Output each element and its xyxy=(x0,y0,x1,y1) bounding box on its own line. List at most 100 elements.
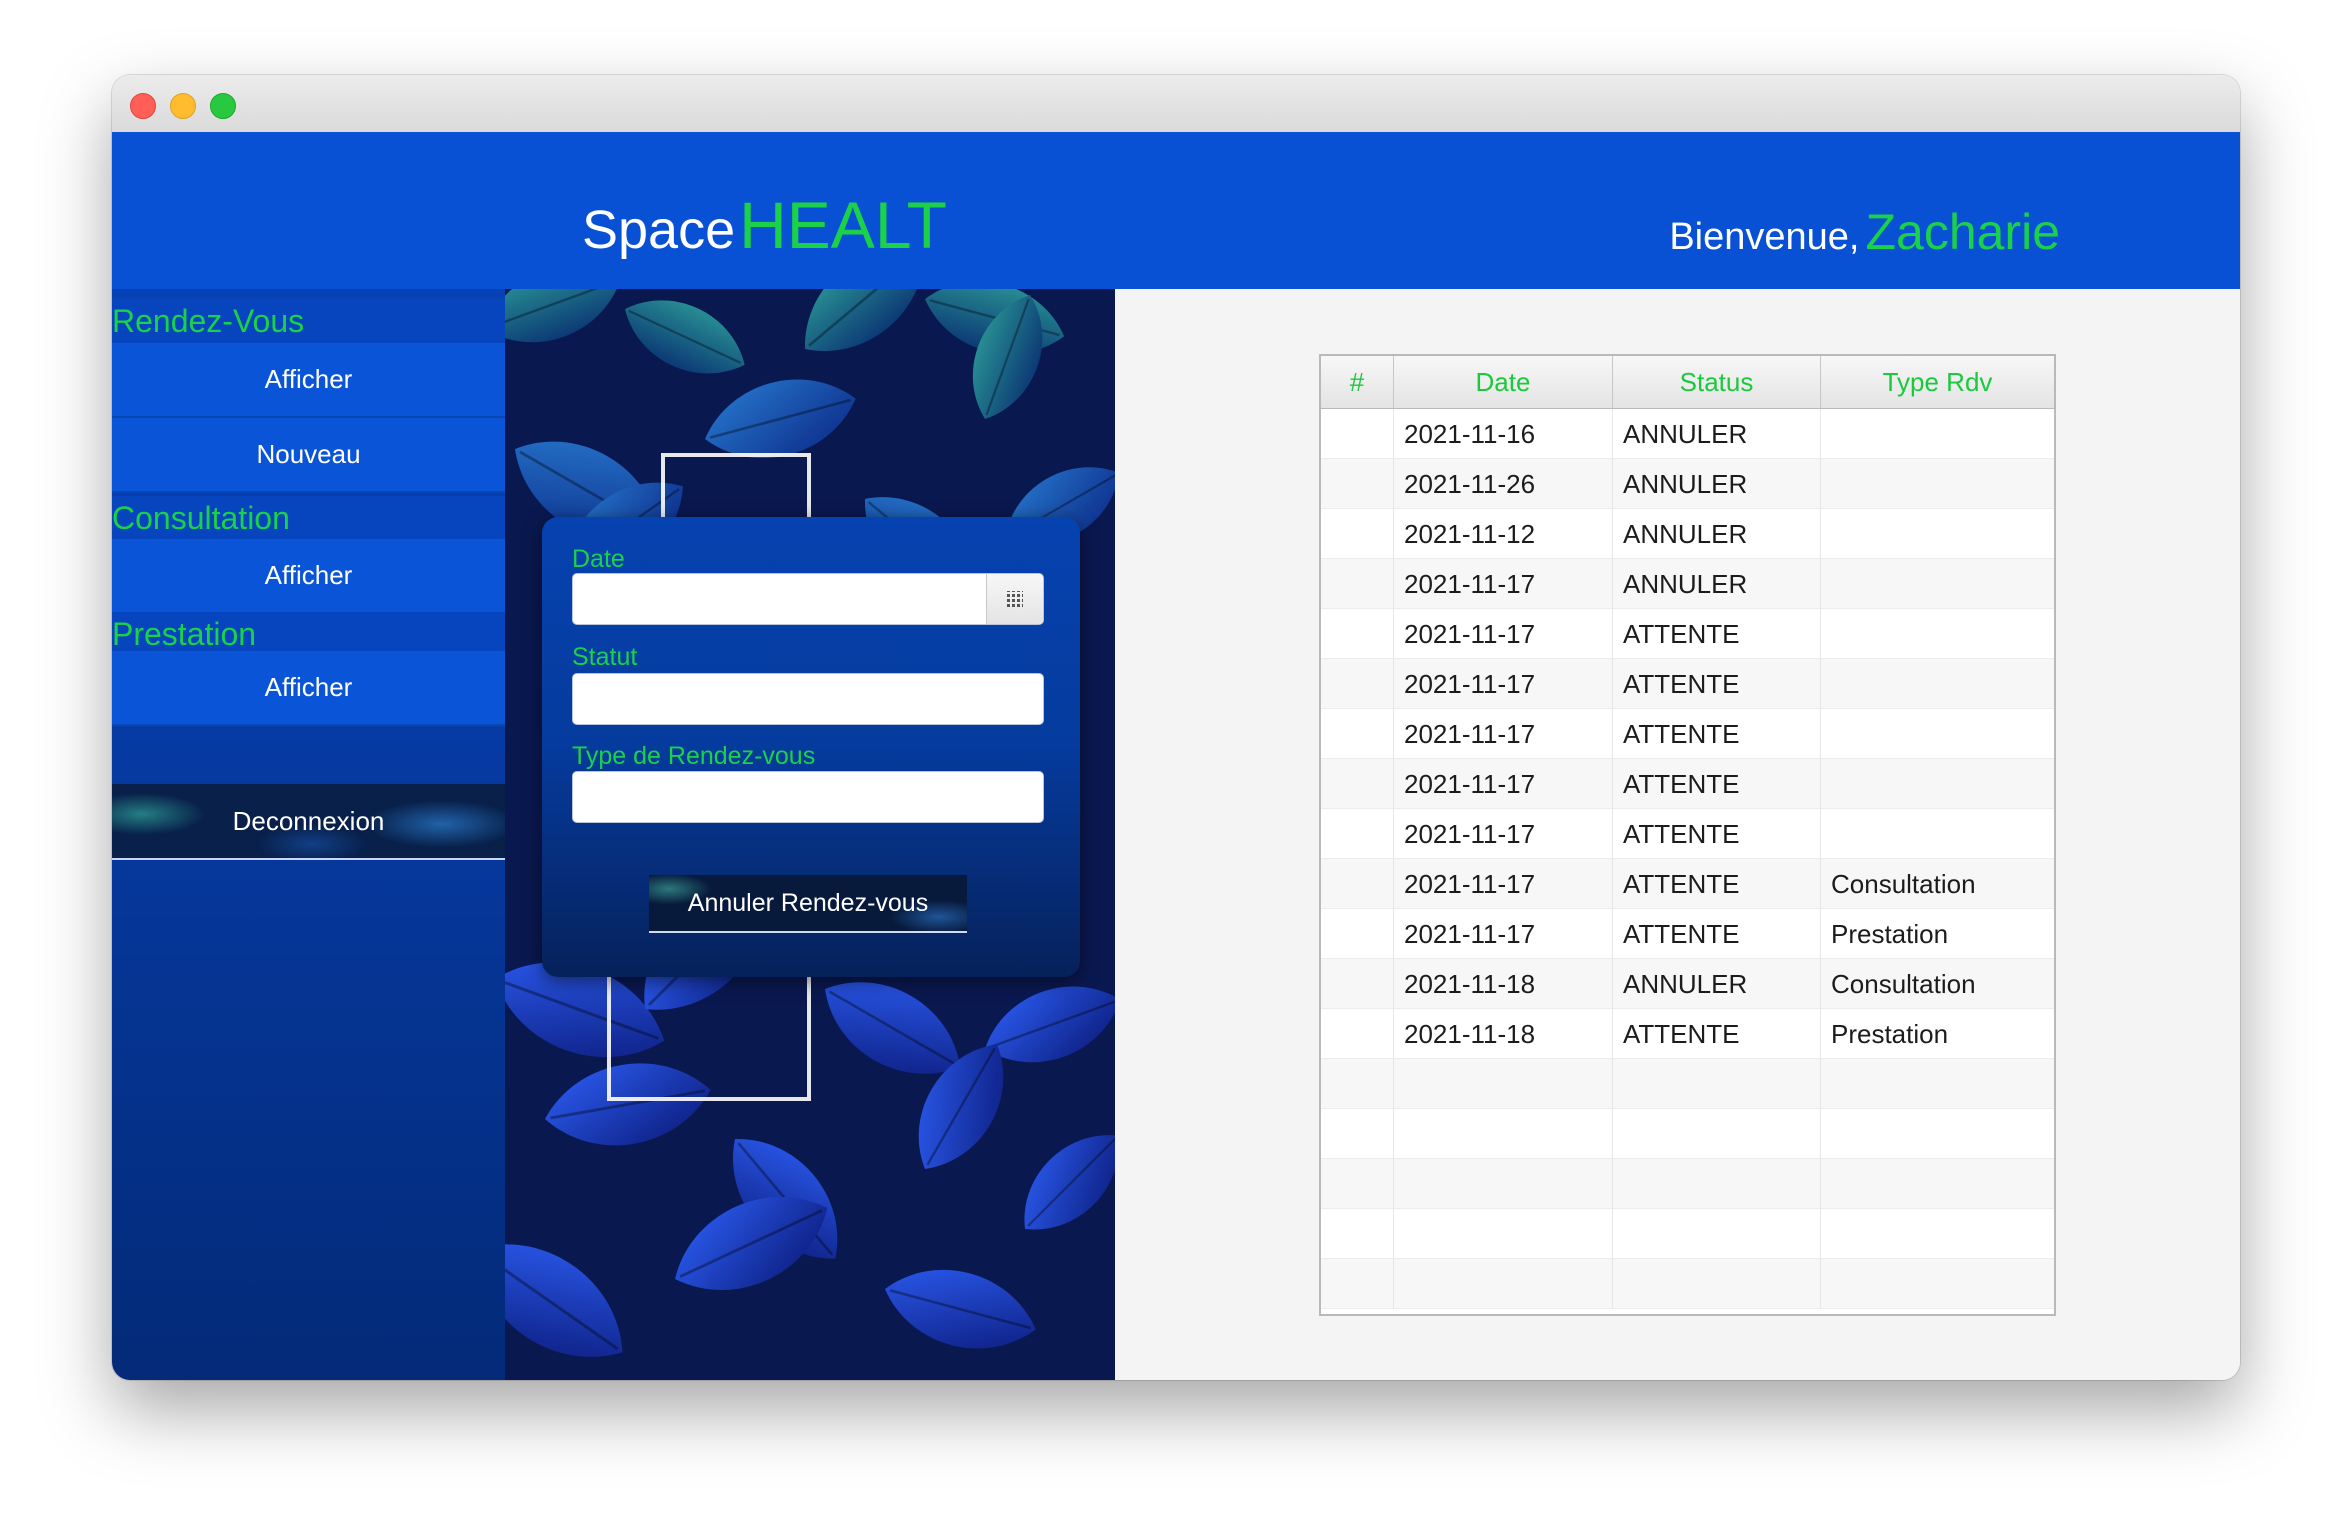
cancel-appointment-button[interactable]: Annuler Rendez-vous xyxy=(649,875,967,933)
cell-type xyxy=(1821,1159,2054,1209)
cell-status xyxy=(1613,1109,1821,1159)
cell-type xyxy=(1821,1059,2054,1109)
cell-type xyxy=(1821,1209,2054,1259)
cell-number xyxy=(1321,1209,1394,1259)
app-header: SpaceHEALT Bienvenue, Zacharie xyxy=(112,132,2240,289)
table-row[interactable]: 2021-11-17 ATTENTE xyxy=(1321,609,2054,659)
status-label: Statut xyxy=(572,643,638,671)
main-content: # Date Status Type Rdv 2021-11-16 ANNULER… xyxy=(1115,289,2240,1380)
cell-type xyxy=(1821,609,2054,659)
cell-date: 2021-11-17 xyxy=(1394,609,1613,659)
type-field[interactable] xyxy=(572,771,1044,823)
brand-second: HEALT xyxy=(739,188,947,262)
cell-status xyxy=(1613,1059,1821,1109)
cell-date xyxy=(1394,1059,1613,1109)
cell-status: ANNULER xyxy=(1613,509,1821,559)
cell-type xyxy=(1821,459,2054,509)
brand-first: Space xyxy=(582,200,736,260)
table-row[interactable]: 2021-11-17 ATTENTE xyxy=(1321,659,2054,709)
cell-date: 2021-11-17 xyxy=(1394,659,1613,709)
consultation-afficher-button[interactable]: Afficher xyxy=(112,539,505,614)
cell-status: ANNULER xyxy=(1613,959,1821,1009)
leaf-background-panel: Date Statut Type de Rendez-vous Annuler … xyxy=(505,289,1115,1380)
cell-status: ATTENTE xyxy=(1613,859,1821,909)
cell-date: 2021-11-17 xyxy=(1394,559,1613,609)
table-row[interactable] xyxy=(1321,1159,2054,1209)
prestation-afficher-button[interactable]: Afficher xyxy=(112,651,505,726)
table-row[interactable]: 2021-11-16 ANNULER xyxy=(1321,409,2054,459)
cell-status: ATTENTE xyxy=(1613,609,1821,659)
column-header-number[interactable]: # xyxy=(1321,356,1394,408)
cell-type xyxy=(1821,659,2054,709)
cell-date xyxy=(1394,1109,1613,1159)
table-row[interactable]: 2021-11-17 ATTENTE Prestation xyxy=(1321,909,2054,959)
cell-date: 2021-11-26 xyxy=(1394,459,1613,509)
logout-button[interactable]: Deconnexion xyxy=(112,784,505,860)
column-header-status[interactable]: Status xyxy=(1613,356,1821,408)
cell-type xyxy=(1821,709,2054,759)
cell-status: ATTENTE xyxy=(1613,909,1821,959)
table-row[interactable]: 2021-11-17 ANNULER xyxy=(1321,559,2054,609)
table-row[interactable] xyxy=(1321,1109,2054,1159)
cell-number xyxy=(1321,709,1394,759)
minimize-window-button[interactable] xyxy=(170,93,196,119)
cell-number xyxy=(1321,1159,1394,1209)
cell-number xyxy=(1321,509,1394,559)
table-body: 2021-11-16 ANNULER 2021-11-26 ANNULER 2021… xyxy=(1321,409,2054,1309)
table-row[interactable] xyxy=(1321,1059,2054,1109)
table-row[interactable]: 2021-11-18 ANNULER Consultation xyxy=(1321,959,2054,1009)
close-window-button[interactable] xyxy=(130,93,156,119)
title-bar xyxy=(112,75,2240,133)
app-window: SpaceHEALT Bienvenue, Zacharie Rendez-Vou… xyxy=(112,75,2240,1380)
cell-date xyxy=(1394,1159,1613,1209)
cell-type xyxy=(1821,809,2054,859)
table-row[interactable]: 2021-11-17 ATTENTE xyxy=(1321,709,2054,759)
cell-number xyxy=(1321,759,1394,809)
cell-number xyxy=(1321,559,1394,609)
cell-number xyxy=(1321,609,1394,659)
cell-status xyxy=(1613,1159,1821,1209)
appointments-table[interactable]: # Date Status Type Rdv 2021-11-16 ANNULER… xyxy=(1319,354,2056,1316)
column-header-type[interactable]: Type Rdv xyxy=(1821,356,2054,408)
cell-status xyxy=(1613,1209,1821,1259)
table-row[interactable]: 2021-11-17 ATTENTE Consultation xyxy=(1321,859,2054,909)
cell-number xyxy=(1321,1259,1394,1309)
welcome-label: Bienvenue, xyxy=(1669,216,1860,258)
cell-number xyxy=(1321,659,1394,709)
zoom-window-button[interactable] xyxy=(210,93,236,119)
table-row[interactable]: 2021-11-17 ATTENTE xyxy=(1321,759,2054,809)
section-title-consultation: Consultation xyxy=(112,496,505,540)
cell-number xyxy=(1321,409,1394,459)
cell-type xyxy=(1821,1109,2054,1159)
cell-number xyxy=(1321,959,1394,1009)
cell-date: 2021-11-12 xyxy=(1394,509,1613,559)
cell-number xyxy=(1321,859,1394,909)
table-row[interactable]: 2021-11-12 ANNULER xyxy=(1321,509,2054,559)
cell-status: ANNULER xyxy=(1613,409,1821,459)
date-field[interactable] xyxy=(572,573,1044,625)
rdv-nouveau-button[interactable]: Nouveau xyxy=(112,418,505,493)
cell-date: 2021-11-16 xyxy=(1394,409,1613,459)
table-header: # Date Status Type Rdv xyxy=(1321,356,2054,409)
rdv-afficher-button[interactable]: Afficher xyxy=(112,343,505,418)
table-row[interactable]: 2021-11-18 ATTENTE Prestation xyxy=(1321,1009,2054,1059)
cell-type xyxy=(1821,559,2054,609)
column-header-date[interactable]: Date xyxy=(1394,356,1613,408)
date-label: Date xyxy=(572,545,625,573)
cell-number xyxy=(1321,809,1394,859)
cell-type: Consultation xyxy=(1821,959,2054,1009)
cell-type xyxy=(1821,509,2054,559)
cell-number xyxy=(1321,459,1394,509)
cell-date: 2021-11-17 xyxy=(1394,909,1613,959)
cell-date: 2021-11-17 xyxy=(1394,809,1613,859)
table-row[interactable]: 2021-11-26 ANNULER xyxy=(1321,459,2054,509)
status-field[interactable] xyxy=(572,673,1044,725)
cell-number xyxy=(1321,1059,1394,1109)
date-picker-button[interactable] xyxy=(986,574,1043,624)
table-row[interactable]: 2021-11-17 ATTENTE xyxy=(1321,809,2054,859)
cell-type: Consultation xyxy=(1821,859,2054,909)
table-row[interactable] xyxy=(1321,1259,2054,1309)
section-title-rendez-vous: Rendez-Vous xyxy=(112,299,505,343)
table-row[interactable] xyxy=(1321,1209,2054,1259)
cell-number xyxy=(1321,909,1394,959)
